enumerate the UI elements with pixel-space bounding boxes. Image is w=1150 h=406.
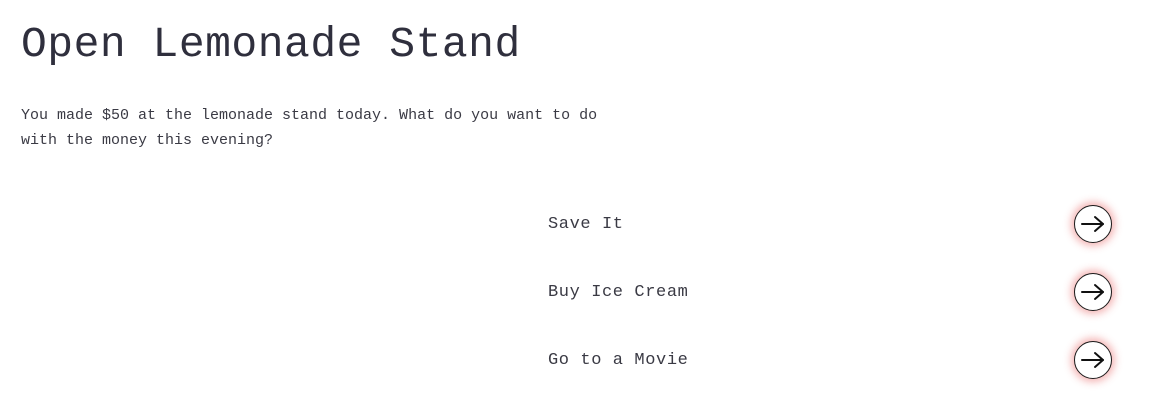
next-button[interactable] <box>1074 205 1112 243</box>
intro-text: You made $50 at the lemonade stand today… <box>21 107 598 149</box>
arrow-right-icon <box>1081 284 1104 300</box>
choice-go-to-a-movie[interactable]: Go to a Movie <box>548 326 1113 394</box>
page-title: Open Lemonade Stand <box>21 20 521 69</box>
choice-label: Save It <box>548 214 624 234</box>
choice-label: Go to a Movie <box>548 350 689 370</box>
next-button[interactable] <box>1074 341 1112 379</box>
choice-save-it[interactable]: Save It <box>548 190 1113 258</box>
choice-list: Save It Buy Ice Cream Go to a Movie <box>548 190 1113 394</box>
choice-buy-ice-cream[interactable]: Buy Ice Cream <box>548 258 1113 326</box>
choice-label: Buy Ice Cream <box>548 282 689 302</box>
arrow-right-icon <box>1081 352 1104 368</box>
arrow-right-icon <box>1081 216 1104 232</box>
next-button[interactable] <box>1074 273 1112 311</box>
